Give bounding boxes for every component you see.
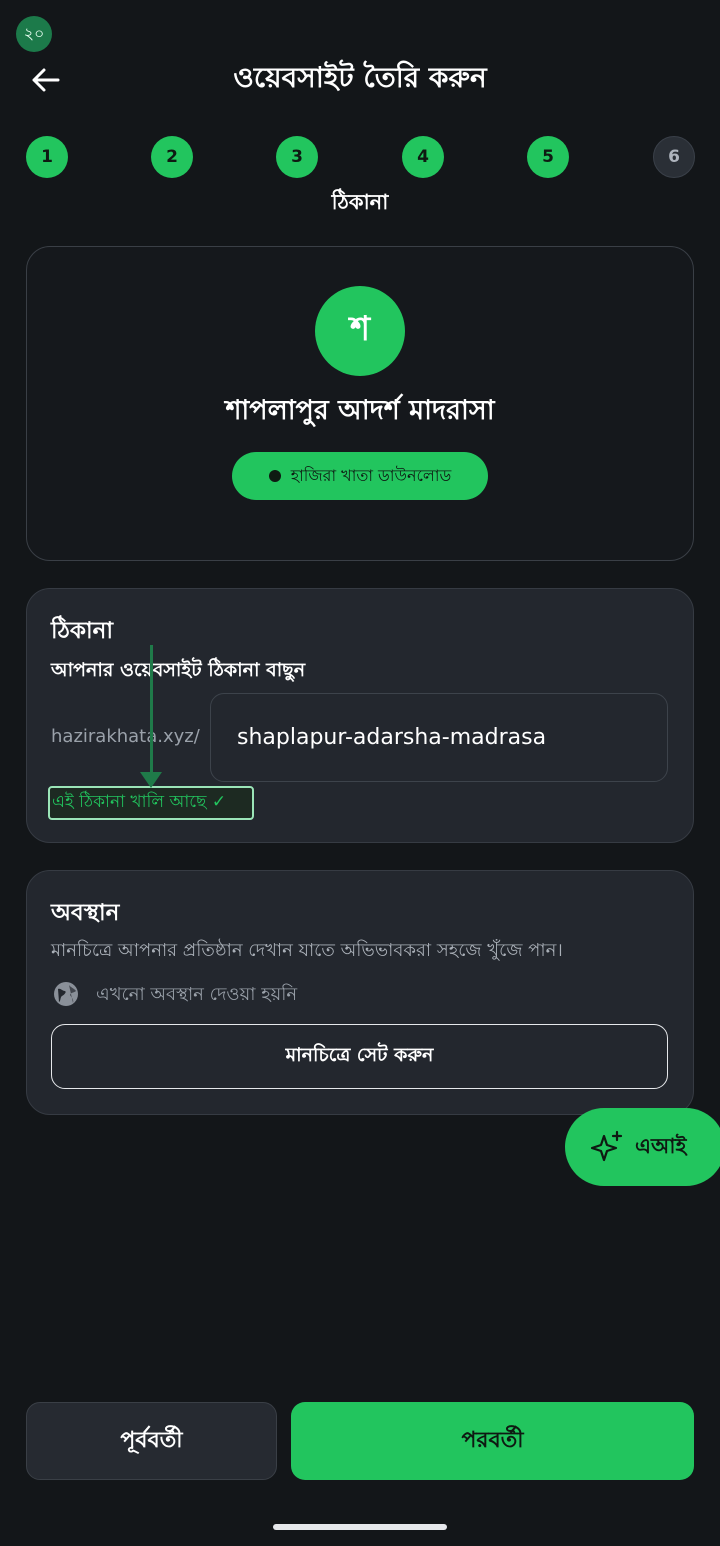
availability-status: এই ঠিকানা খালি আছে ✓ [48,786,254,820]
address-subtitle: আপনার ওয়েবসাইট ঠিকানা বাছুন [51,659,306,681]
page-title: ওয়েবসাইট তৈরি করুন [233,61,487,94]
globe-icon [52,980,80,1008]
dot-icon [268,470,281,482]
step-4[interactable]: 4 [402,136,444,178]
ai-button-label: এআই [635,1133,687,1158]
step-2[interactable]: 2 [151,136,193,178]
download-pill-button[interactable]: হাজিরা খাতা ডাউনলোড [232,452,488,500]
step-6[interactable]: 6 [653,136,695,178]
domain-prefix: hazirakhata.xyz/ [51,726,200,747]
step-3[interactable]: 3 [276,136,318,178]
website-address-input[interactable]: shaplapur-adarsha-madrasa [210,693,668,782]
step-1[interactable]: 1 [26,136,68,178]
sparkles-icon [591,1130,623,1162]
home-indicator[interactable] [273,1524,447,1530]
school-avatar: শ [315,286,405,376]
location-status: এখনো অবস্থান দেওয়া হয়নি [96,984,298,1005]
annotation-arrow-head [140,772,162,788]
location-description: মানচিত্রে আপনার প্রতিষ্ঠান দেখান যাতে অভ… [51,940,563,961]
address-title: ঠিকানা [51,618,114,644]
status-badge: ২০ [16,16,52,52]
next-button[interactable]: পরবর্তী [291,1402,694,1480]
previous-button[interactable]: পূর্ববর্তী [26,1402,277,1480]
step-5[interactable]: 5 [527,136,569,178]
set-on-map-button[interactable]: মানচিত্রে সেট করুন [51,1024,668,1089]
current-step-label: ঠিকানা [331,190,389,214]
location-title: অবস্থান [51,900,120,926]
annotation-arrow-line [150,645,153,785]
ai-button[interactable]: এআই [565,1108,720,1186]
download-pill-label: হাজিরা খাতা ডাউনলোড [290,465,452,485]
school-name: শাপলাপুর আদর্শ মাদরাসা [225,395,495,426]
